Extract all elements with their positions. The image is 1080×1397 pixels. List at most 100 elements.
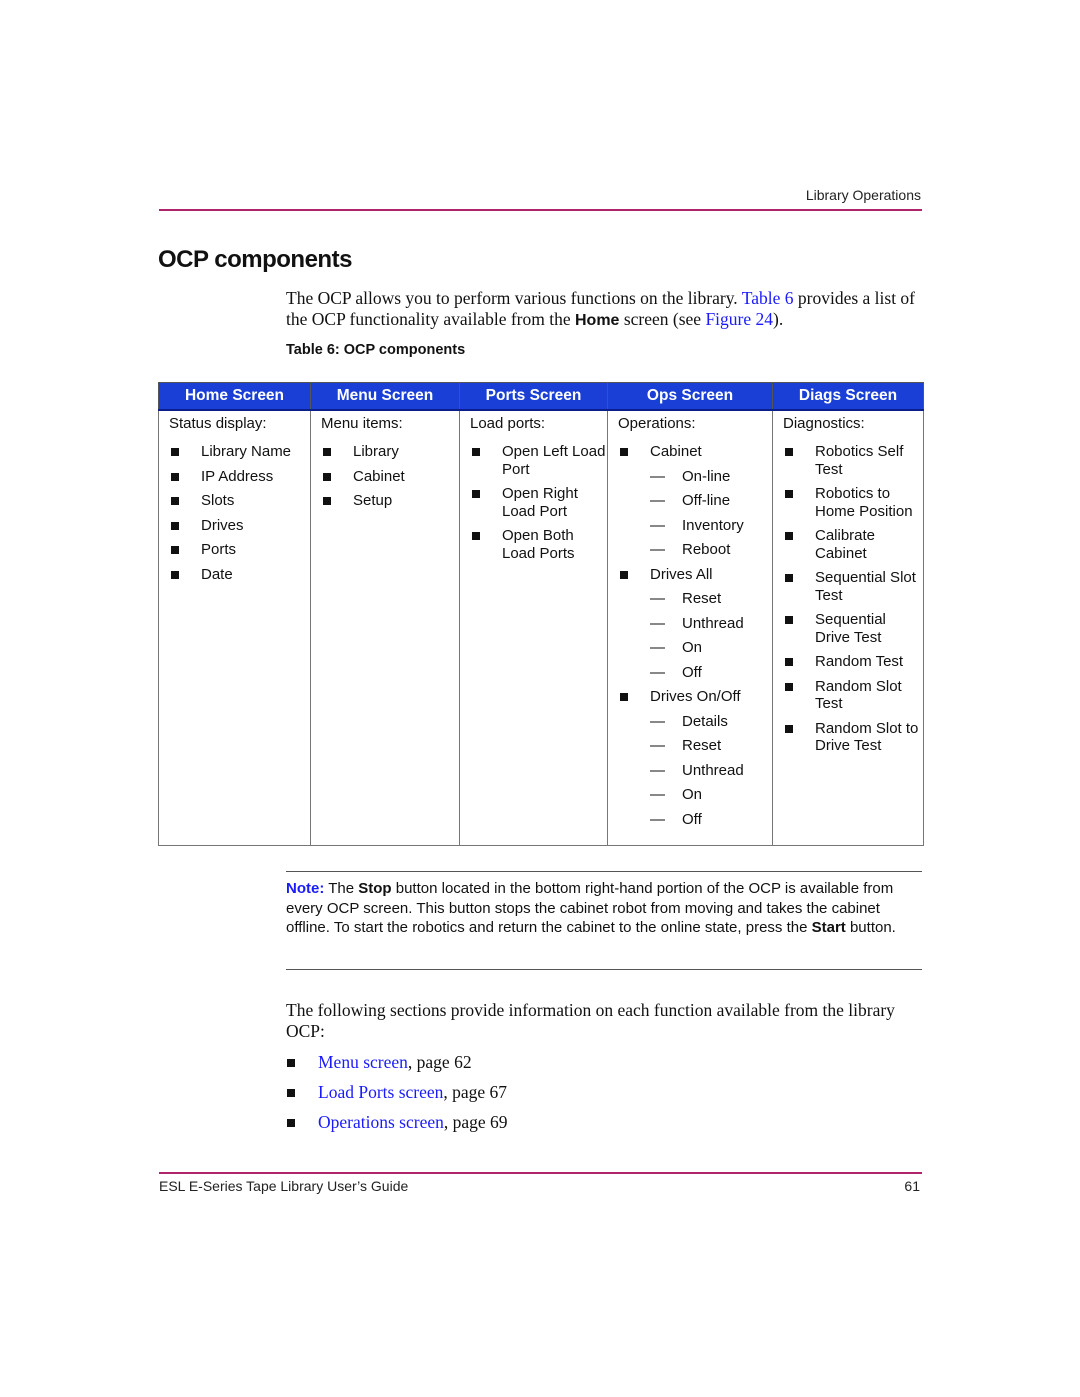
list-item-label: Library xyxy=(353,443,399,460)
list-item-label: Robotics to Home Position xyxy=(815,485,913,520)
sub-item-label: Off-line xyxy=(682,492,731,509)
list-item: Random Slot Test xyxy=(783,678,923,713)
sub-list-item: — Reboot xyxy=(650,541,772,559)
bullet-icon xyxy=(785,448,793,456)
bullet-icon xyxy=(785,658,793,666)
bullet-icon xyxy=(171,521,179,530)
list-item-label: Sequential Drive Test xyxy=(815,611,886,646)
list-item-label: Setup xyxy=(353,492,393,509)
dash-icon: — xyxy=(650,541,665,558)
sub-item-label: Details xyxy=(682,712,728,730)
bullet-icon xyxy=(323,497,331,505)
table-header-row: Home Screen Menu Screen Ports Screen Ops… xyxy=(158,382,924,411)
dash-icon: — xyxy=(650,663,665,681)
sub-list-item: — On-line xyxy=(650,468,772,486)
sub-list-item: — Reset xyxy=(650,737,772,755)
list-item: Robotics to Home Position xyxy=(783,485,923,520)
list-item: Random Slot to Drive Test xyxy=(783,720,923,755)
sub-item-label: Off xyxy=(682,810,702,828)
list-item: IP Address xyxy=(169,468,310,486)
sub-item-label: Off xyxy=(682,663,702,681)
note-label: Note: xyxy=(286,880,325,897)
list-item: Library xyxy=(321,443,459,461)
bullet-icon xyxy=(171,497,179,505)
load-ports-screen-link[interactable]: Load Ports screen xyxy=(318,1082,443,1102)
page-number: 61 xyxy=(904,1178,920,1194)
list-item: Robotics Self Test xyxy=(783,443,923,478)
cell-lead-text: Status display: xyxy=(169,415,267,432)
bullet-icon xyxy=(171,570,179,579)
section-link-list: Menu screen, page 62 Load Ports screen, … xyxy=(286,1052,508,1142)
sub-item-label: Unthread xyxy=(682,761,744,779)
list-item: Cabinet — On-line — Off-line — Inventory — Reboo… xyxy=(618,443,772,559)
table-6-link[interactable]: Table 6 xyxy=(742,288,794,308)
menu-screen-link[interactable]: Menu screen xyxy=(318,1052,408,1072)
bullet-icon xyxy=(785,682,793,691)
sub-item-label: On-line xyxy=(682,467,731,485)
bullet-list: Library Name IP Address Slots Drives Ports Da… xyxy=(169,443,310,583)
bullet-icon xyxy=(323,448,331,456)
bullet-icon xyxy=(171,472,179,481)
sub-list-item: — Unthread xyxy=(650,762,772,780)
list-item: Slots xyxy=(169,492,310,510)
stop-keyword: Stop xyxy=(358,880,392,897)
table-cell: Menu items: Library Cabinet Setup xyxy=(310,409,460,846)
list-item: Sequential Drive Test xyxy=(783,611,923,646)
page-ref: , page 62 xyxy=(407,1052,472,1072)
bullet-list: Open Left Load Port Open Right Load Port O… xyxy=(470,443,607,562)
bullet-icon xyxy=(785,616,793,624)
footer-rule xyxy=(159,1172,922,1174)
dash-icon: — xyxy=(650,516,665,534)
list-item-label: Drives All xyxy=(650,565,713,583)
bullet-icon xyxy=(472,490,480,498)
sub-item-label: Unthread xyxy=(682,614,744,632)
list-item-label: Robotics Self Test xyxy=(815,443,904,478)
intro-text-1: The OCP allows you to perform various fu… xyxy=(286,288,742,308)
list-item: Setup xyxy=(321,492,459,510)
dash-icon: — xyxy=(650,712,665,730)
operations-screen-link[interactable]: Operations screen xyxy=(318,1112,444,1132)
dash-icon: — xyxy=(650,614,665,632)
intro-text-4: ). xyxy=(773,309,784,329)
bullet-icon xyxy=(620,448,628,456)
list-item-label: Drives xyxy=(201,516,244,534)
following-paragraph: The following sections provide informati… xyxy=(286,1000,895,1041)
list-item: Ports xyxy=(169,541,310,559)
bullet-icon xyxy=(472,448,480,456)
dash-icon: — xyxy=(650,467,665,485)
list-item: Date xyxy=(169,566,310,584)
list-item-label: Random Slot to Drive Test xyxy=(815,719,919,755)
list-item: Drives xyxy=(169,517,310,535)
column-header: Diags Screen xyxy=(772,382,924,411)
column-header: Menu Screen xyxy=(310,382,460,411)
bullet-icon xyxy=(785,490,793,498)
list-item: Open Left Load Port xyxy=(470,443,607,478)
sub-list: — Reset — Unthread — On — Off xyxy=(618,590,772,681)
table-cell: Status display: Library Name IP Address Slo… xyxy=(158,409,311,846)
table-caption: Table 6: OCP components xyxy=(286,342,466,358)
list-item-label: Sequential Slot Test xyxy=(815,569,916,604)
intro-paragraph: The OCP allows you to perform various fu… xyxy=(286,288,926,331)
bullet-icon xyxy=(620,693,628,701)
start-keyword: Start xyxy=(811,919,846,936)
list-item-label: IP Address xyxy=(201,467,274,485)
bullet-icon xyxy=(171,448,179,456)
note-bottom-rule xyxy=(286,969,922,970)
note-paragraph: Note: The Stop button located in the bot… xyxy=(286,879,922,938)
bullet-icon xyxy=(287,1089,295,1097)
figure-24-link[interactable]: Figure 24 xyxy=(705,309,773,329)
bullet-icon xyxy=(287,1059,295,1067)
sub-list-item: — On xyxy=(650,786,772,804)
table-cell: Operations: Cabinet — On-line — Off-line — Inve… xyxy=(607,409,773,846)
dash-icon: — xyxy=(650,737,665,754)
column-header: Ports Screen xyxy=(459,382,608,411)
sub-list-item: — Details xyxy=(650,713,772,731)
list-item-label: Library Name xyxy=(201,443,292,460)
header-rule xyxy=(159,209,922,211)
cell-lead-text: Menu items: xyxy=(321,415,403,432)
list-item: Random Test xyxy=(783,653,923,671)
bullet-icon xyxy=(472,532,480,540)
footer-title: ESL E-Series Tape Library User’s Guide xyxy=(159,1178,409,1194)
list-item: Sequential Slot Test xyxy=(783,569,923,604)
ocp-components-table: Home Screen Menu Screen Ports Screen Ops… xyxy=(158,382,924,846)
